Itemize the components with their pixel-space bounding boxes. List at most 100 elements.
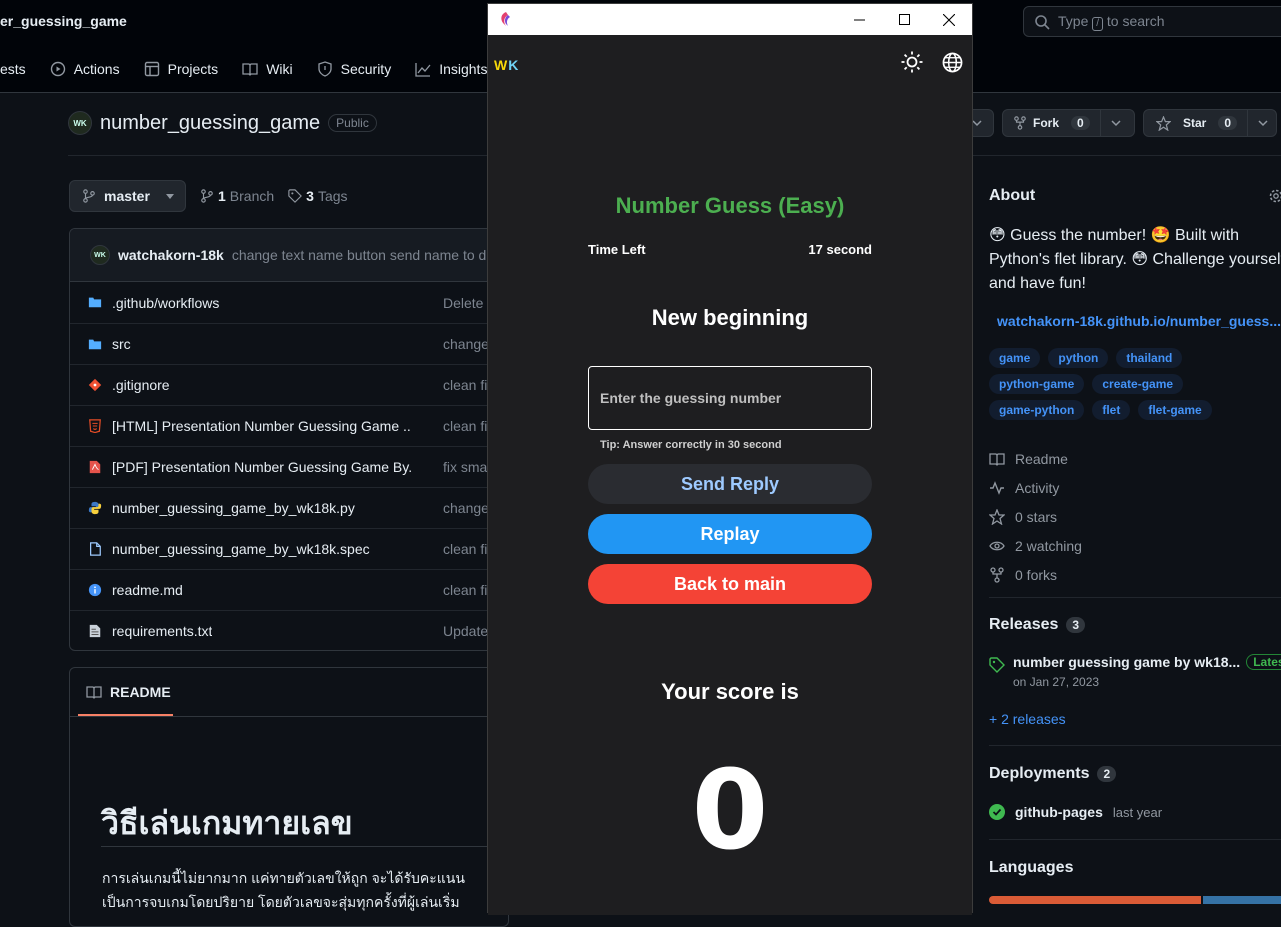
file-name[interactable]: number_guessing_game_by_wk18k.py — [112, 500, 355, 516]
time-left-value: 17 second — [768, 242, 872, 257]
file-name[interactable]: readme.md — [112, 582, 183, 598]
file-name[interactable]: .github/workflows — [112, 295, 219, 311]
file-row[interactable]: readme.md clean fi — [70, 569, 508, 610]
fork-dropdown[interactable] — [1100, 110, 1131, 136]
repo-breadcrumb[interactable]: er_guessing_game — [0, 13, 127, 29]
star-main[interactable]: Star0 — [1144, 110, 1247, 136]
file-commit-message[interactable]: clean fi — [443, 582, 487, 598]
close-button[interactable] — [926, 4, 972, 35]
deployment-item[interactable]: github-pageslast year — [989, 804, 1162, 820]
branch-selector[interactable]: master — [69, 180, 186, 212]
sun-icon[interactable] — [901, 51, 923, 73]
file-row[interactable]: number_guessing_game_by_wk18k.spec clean … — [70, 528, 508, 569]
repo-stat-label: 2 watching — [1015, 538, 1082, 554]
search-icon — [1034, 14, 1050, 30]
file-row[interactable]: src change — [70, 323, 508, 364]
star-icon — [989, 509, 1005, 525]
commit-message[interactable]: change text name button send name to db — [232, 247, 494, 263]
tab-wiki[interactable]: Wiki — [242, 61, 292, 77]
file-row[interactable]: .gitignore clean fi — [70, 364, 508, 405]
star-count: 0 — [1218, 116, 1237, 130]
repo-nav: ests Actions Projects Wiki Security Insi… — [0, 52, 511, 86]
guess-number-input[interactable] — [588, 366, 872, 430]
gear-icon[interactable] — [1268, 188, 1281, 204]
search-input[interactable]: Type / to search — [1023, 6, 1281, 37]
tip-text: Tip: Answer correctly in 30 second — [600, 439, 782, 451]
deployments-heading[interactable]: Deployments2 — [989, 765, 1116, 783]
branch-name: master — [104, 188, 150, 204]
repo-stat[interactable]: Activity — [989, 473, 1082, 502]
file-commit-message[interactable]: change — [443, 500, 489, 516]
file-name[interactable]: src — [112, 336, 131, 352]
file-table: WK watchakorn-18k change text name butto… — [69, 228, 509, 651]
repo-stat[interactable]: Readme — [989, 444, 1082, 473]
info-icon — [88, 583, 102, 597]
topic-tag[interactable]: game-python — [989, 400, 1084, 420]
replay-button[interactable]: Replay — [588, 514, 872, 554]
file-row[interactable]: .github/workflows Delete — [70, 282, 508, 323]
releases-heading[interactable]: Releases3 — [989, 616, 1085, 634]
play-circle-icon — [50, 61, 66, 77]
homepage-link[interactable]: watchakorn-18k.github.io/number_guess... — [989, 313, 1281, 329]
topic-tag[interactable]: python — [1048, 348, 1108, 368]
window-titlebar[interactable] — [488, 4, 972, 35]
star-dropdown[interactable] — [1247, 110, 1278, 136]
branches-link[interactable]: 1Branch — [200, 188, 274, 204]
minimize-button[interactable] — [836, 4, 882, 35]
topic-tag[interactable]: game — [989, 348, 1040, 368]
fork-button[interactable]: Fork0 — [1002, 109, 1135, 137]
file-row[interactable]: number_guessing_game_by_wk18k.py change — [70, 487, 508, 528]
topic-tag[interactable]: python-game — [989, 374, 1084, 394]
send-reply-button[interactable]: Send Reply — [588, 464, 872, 504]
tab-security[interactable]: Security — [317, 61, 392, 77]
tab-insights[interactable]: Insights — [415, 61, 487, 77]
topics-list: game python thailand python-game create-game… — [989, 348, 1281, 420]
repo-stat[interactable]: 2 watching — [989, 531, 1082, 560]
globe-icon[interactable] — [942, 52, 963, 73]
readme-tab[interactable]: README — [86, 684, 171, 700]
topic-tag[interactable]: thailand — [1116, 348, 1182, 368]
topic-tag[interactable]: create-game — [1092, 374, 1183, 394]
file-name[interactable]: .gitignore — [112, 377, 170, 393]
release-name[interactable]: number guessing game by wk18... — [1013, 654, 1240, 670]
maximize-button[interactable] — [881, 4, 927, 35]
file-commit-message[interactable]: change — [443, 336, 489, 352]
file-name[interactable]: [PDF] Presentation Number Guessing Game … — [112, 459, 412, 475]
file-commit-message[interactable]: Update — [443, 623, 488, 639]
back-to-main-button[interactable]: Back to main — [588, 564, 872, 604]
visibility-badge: Public — [328, 114, 377, 132]
tab-projects[interactable]: Projects — [144, 61, 219, 77]
file-row[interactable]: requirements.txt Update — [70, 610, 508, 651]
repo-stat[interactable]: 0 stars — [989, 502, 1082, 531]
file-name[interactable]: [HTML] Presentation Number Guessing Game… — [112, 418, 412, 434]
topic-tag[interactable]: flet — [1092, 400, 1130, 420]
file-commit-message[interactable]: fix smal — [443, 459, 490, 475]
file-commit-message[interactable]: clean fi — [443, 377, 487, 393]
file-commit-message[interactable]: clean fi — [443, 541, 487, 557]
more-releases-link[interactable]: + 2 releases — [989, 711, 1066, 727]
repo-stat-label: Readme — [1015, 451, 1068, 467]
star-button[interactable]: Star0 — [1143, 109, 1277, 137]
tab-actions[interactable]: Actions — [50, 61, 120, 77]
file-name[interactable]: requirements.txt — [112, 623, 212, 639]
file-row[interactable]: [PDF] Presentation Number Guessing Game … — [70, 446, 508, 487]
file-commit-message[interactable]: Delete — [443, 295, 483, 311]
repo-stat[interactable]: 0 forks — [989, 560, 1082, 589]
owner-avatar[interactable]: WK — [68, 111, 92, 135]
repo-stat-label: 0 stars — [1015, 509, 1057, 525]
pulse-icon — [989, 480, 1005, 496]
tag-icon — [288, 189, 302, 203]
commit-author[interactable]: watchakorn-18k — [118, 247, 224, 263]
file-row[interactable]: [HTML] Presentation Number Guessing Game… — [70, 405, 508, 446]
topic-tag[interactable]: flet-game — [1138, 400, 1211, 420]
release-item[interactable]: number guessing game by wk18...Latest on… — [989, 654, 1281, 689]
repo-name[interactable]: number_guessing_game — [100, 112, 320, 135]
maximize-icon — [899, 14, 910, 25]
author-avatar[interactable]: WK — [90, 245, 110, 265]
book-icon — [989, 451, 1005, 467]
file-name[interactable]: number_guessing_game_by_wk18k.spec — [112, 541, 370, 557]
file-commit-message[interactable]: clean fi — [443, 418, 487, 434]
tab-pull-requests[interactable]: ests — [0, 61, 26, 77]
fork-main[interactable]: Fork0 — [1003, 110, 1100, 136]
tags-link[interactable]: 3Tags — [288, 188, 347, 204]
